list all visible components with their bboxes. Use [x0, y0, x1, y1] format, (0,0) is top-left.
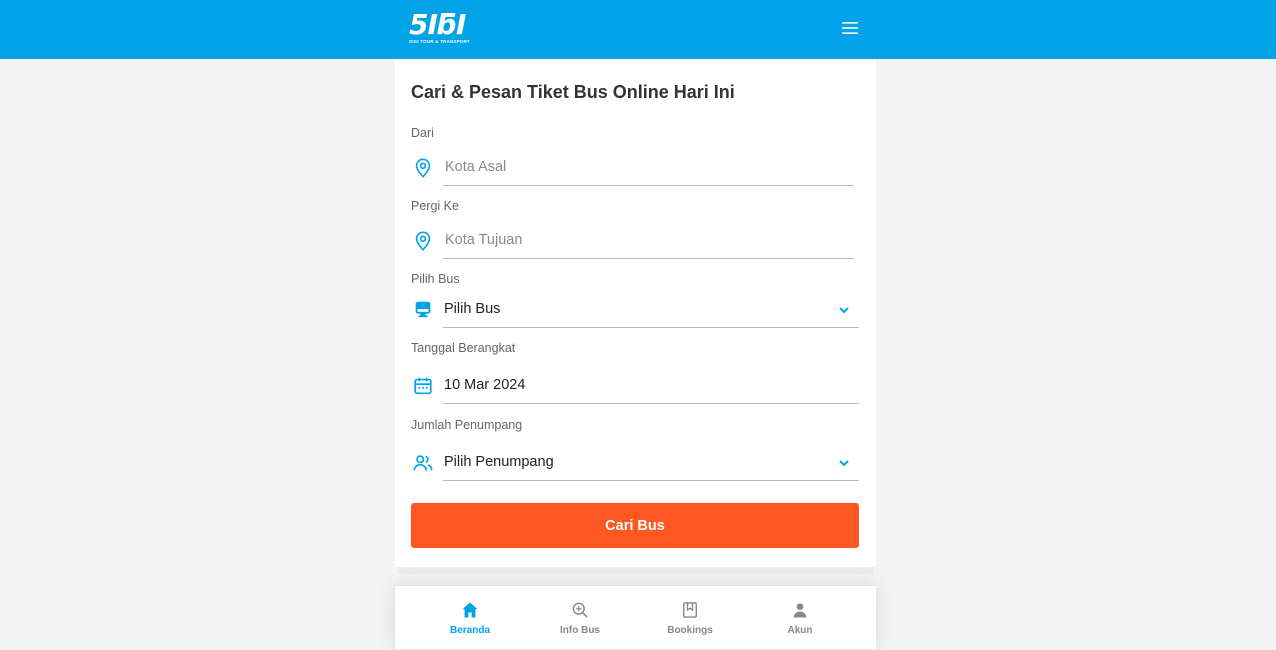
calendar-icon [414, 377, 432, 395]
brand-logo[interactable]: 5IƃI SIGI TOUR & TRANSPORT [409, 11, 481, 47]
nav-item-info-bus[interactable]: Info Bus [525, 586, 635, 650]
zoom-icon [572, 602, 588, 618]
nav-item-akun[interactable]: Akun [745, 586, 855, 650]
bus-icon [415, 301, 431, 318]
date-label: Tanggal Berangkat [411, 341, 516, 355]
location-pin-icon [415, 231, 431, 251]
nav-label-info-bus: Info Bus [560, 625, 600, 636]
bottom-nav: Beranda Info Bus Bookings Akun [395, 585, 876, 649]
nav-item-beranda[interactable]: Beranda [415, 586, 525, 650]
bus-select[interactable]: Pilih Bus [411, 292, 859, 328]
home-icon [462, 602, 478, 618]
top-bar: 5IƃI SIGI TOUR & TRANSPORT [0, 0, 1276, 59]
passengers-select-value: Pilih Penumpang [444, 454, 554, 470]
bus-label: Pilih Bus [411, 272, 460, 286]
nav-item-bookings[interactable]: Bookings [635, 586, 745, 650]
origin-label: Dari [411, 126, 434, 140]
hamburger-menu-icon[interactable] [838, 18, 862, 38]
destination-label: Pergi Ke [411, 199, 459, 213]
user-icon [793, 603, 807, 618]
location-pin-icon [415, 158, 431, 178]
search-bus-button[interactable]: Cari Bus [411, 503, 859, 548]
bookmark-icon [683, 602, 697, 618]
bus-select-value: Pilih Bus [444, 301, 501, 317]
origin-field[interactable]: Kota Asal [411, 150, 855, 186]
logo-subtitle: SIGI TOUR & TRANSPORT [409, 39, 470, 44]
date-value: 10 Mar 2024 [444, 377, 526, 393]
nav-label-beranda: Beranda [449, 625, 490, 636]
logo-text: 5IƃI [409, 8, 466, 41]
divider [397, 567, 873, 574]
nav-label-bookings: Bookings [667, 625, 713, 636]
date-underline [443, 403, 859, 404]
nav-label-akun: Akun [787, 625, 813, 636]
users-icon [413, 455, 433, 471]
page-title: Cari & Pesan Tiket Bus Online Hari Ini [411, 82, 735, 102]
destination-underline [443, 258, 854, 259]
passengers-select[interactable]: Pilih Penumpang [411, 445, 859, 481]
origin-underline [443, 185, 854, 186]
chevron-down-icon [839, 460, 849, 467]
chevron-down-icon [839, 307, 849, 314]
destination-field[interactable]: Kota Tujuan [411, 223, 855, 259]
bus-underline [443, 327, 859, 328]
search-form-panel: Cari & Pesan Tiket Bus Online Hari Ini D… [395, 59, 876, 567]
passengers-label: Jumlah Penumpang [411, 418, 523, 432]
passengers-underline [443, 480, 859, 481]
date-field[interactable]: 10 Mar 2024 [411, 368, 859, 404]
origin-input[interactable]: Kota Asal [445, 159, 506, 175]
destination-input[interactable]: Kota Tujuan [445, 232, 522, 248]
